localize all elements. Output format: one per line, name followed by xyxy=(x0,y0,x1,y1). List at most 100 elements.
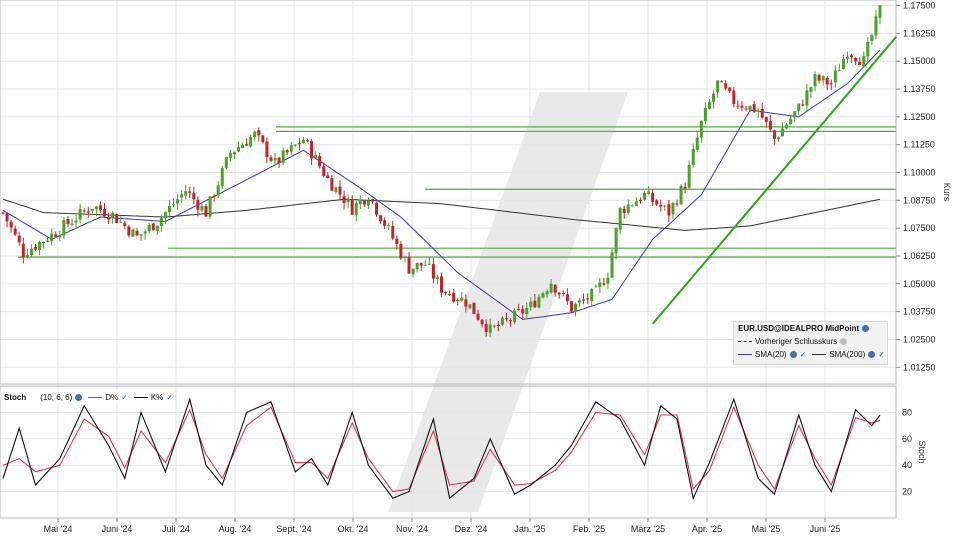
candle-up xyxy=(549,283,553,293)
candle-up xyxy=(253,131,257,138)
candle-up xyxy=(167,205,171,213)
candle-down xyxy=(561,293,565,295)
candle-up xyxy=(387,225,391,227)
candle-up xyxy=(618,208,622,230)
candle-down xyxy=(444,292,448,294)
candle-down xyxy=(744,108,748,110)
chart-canvas: 1.17500 1.16250 1.15000 1.13750 1.12500 1.112… xyxy=(0,0,952,534)
candle-down xyxy=(732,90,736,105)
stoch-legend-params: (10, 6, 6) xyxy=(40,393,73,402)
candle-down xyxy=(752,104,756,112)
candle-up xyxy=(813,74,817,87)
y-tick-label: 1.01250 xyxy=(903,362,936,372)
gear-icon[interactable] xyxy=(840,338,848,345)
candle-up xyxy=(241,144,245,149)
candle-down xyxy=(318,156,322,167)
candle-down xyxy=(98,205,102,211)
candle-down xyxy=(204,205,208,217)
candle-up xyxy=(403,256,407,258)
sma200-line xyxy=(2,198,881,231)
candle-up xyxy=(228,152,232,159)
candle-up xyxy=(180,194,184,198)
candle-down xyxy=(350,199,354,215)
y-tick-label: 1.17500 xyxy=(903,1,936,11)
check-icon[interactable]: ✓ xyxy=(878,350,885,359)
candle-up xyxy=(208,196,212,217)
candle-up xyxy=(147,224,151,232)
candle-down xyxy=(9,221,13,228)
candle-up xyxy=(691,148,695,165)
candle-down xyxy=(651,192,655,202)
candle-down xyxy=(504,318,508,320)
candle-down xyxy=(764,117,768,122)
candle-down xyxy=(362,201,366,205)
candle-down xyxy=(277,157,281,164)
x-tick-label: Jan. '25 xyxy=(514,524,545,534)
candle-down xyxy=(557,292,561,295)
gear-icon[interactable] xyxy=(75,394,83,401)
candle-down xyxy=(675,203,679,205)
check-icon[interactable]: ✓ xyxy=(800,350,807,359)
candle-up xyxy=(687,164,691,188)
candle-down xyxy=(448,293,452,295)
candle-up xyxy=(90,209,94,212)
gear-icon[interactable] xyxy=(862,325,870,332)
candle-up xyxy=(837,70,841,72)
candle-down xyxy=(720,81,724,83)
candle-down xyxy=(509,320,513,322)
y-tick-label: 1.16250 xyxy=(903,28,936,38)
gear-icon[interactable] xyxy=(868,351,876,358)
stoch-tick-label: 40 xyxy=(902,460,912,470)
candle-down xyxy=(484,324,488,333)
candle-down xyxy=(472,302,476,315)
candle-up xyxy=(468,304,472,309)
candle-up xyxy=(793,111,797,118)
candle-down xyxy=(127,226,131,236)
candle-down xyxy=(407,257,411,274)
candle-down xyxy=(659,204,663,207)
candle-up xyxy=(712,93,716,103)
y-tick-label: 1.08750 xyxy=(903,195,936,205)
candle-down xyxy=(245,144,249,146)
sma200-path xyxy=(2,198,881,231)
time-axis: Mai '24 Juni '24 Juli '24 Aug. '24 Sept. '24… xyxy=(44,518,841,534)
candle-up xyxy=(525,307,529,315)
candle-down xyxy=(582,299,586,301)
candle-down xyxy=(854,57,858,62)
candle-up xyxy=(249,137,253,147)
candle-up xyxy=(281,150,285,163)
candle-up xyxy=(748,105,752,111)
check-icon[interactable]: ✓ xyxy=(166,393,173,402)
gear-icon[interactable] xyxy=(789,351,797,358)
candle-up xyxy=(131,229,135,237)
candle-down xyxy=(825,77,829,85)
candle-down xyxy=(285,150,289,153)
x-tick-label: Juli '24 xyxy=(162,524,190,534)
legend-prevclose-row: Vorheriger Schlusskurs xyxy=(738,337,848,346)
candle-down xyxy=(456,300,460,302)
candle-up xyxy=(862,56,866,67)
candle-down xyxy=(724,83,728,89)
candle-down xyxy=(370,199,374,202)
check-icon[interactable]: ✓ xyxy=(121,393,128,402)
candle-down xyxy=(212,195,216,197)
candle-up xyxy=(58,235,62,238)
candle-up xyxy=(679,186,683,205)
candle-up xyxy=(492,325,496,327)
candle-up xyxy=(797,103,801,111)
candle-up xyxy=(415,263,419,270)
stoch-tick-label: 60 xyxy=(902,434,912,444)
candle-up xyxy=(176,199,180,204)
x-tick-label: Nov. '24 xyxy=(396,524,428,534)
candle-down xyxy=(772,130,776,139)
candle-down xyxy=(768,121,772,130)
candle-up xyxy=(314,154,318,159)
x-tick-label: Juni '25 xyxy=(810,524,841,534)
candle-up xyxy=(366,200,370,206)
candle-up xyxy=(833,70,837,83)
candle-down xyxy=(622,208,626,213)
candle-up xyxy=(870,35,874,41)
candle-up xyxy=(699,120,703,138)
candle-up xyxy=(781,128,785,137)
candle-up xyxy=(220,168,224,187)
